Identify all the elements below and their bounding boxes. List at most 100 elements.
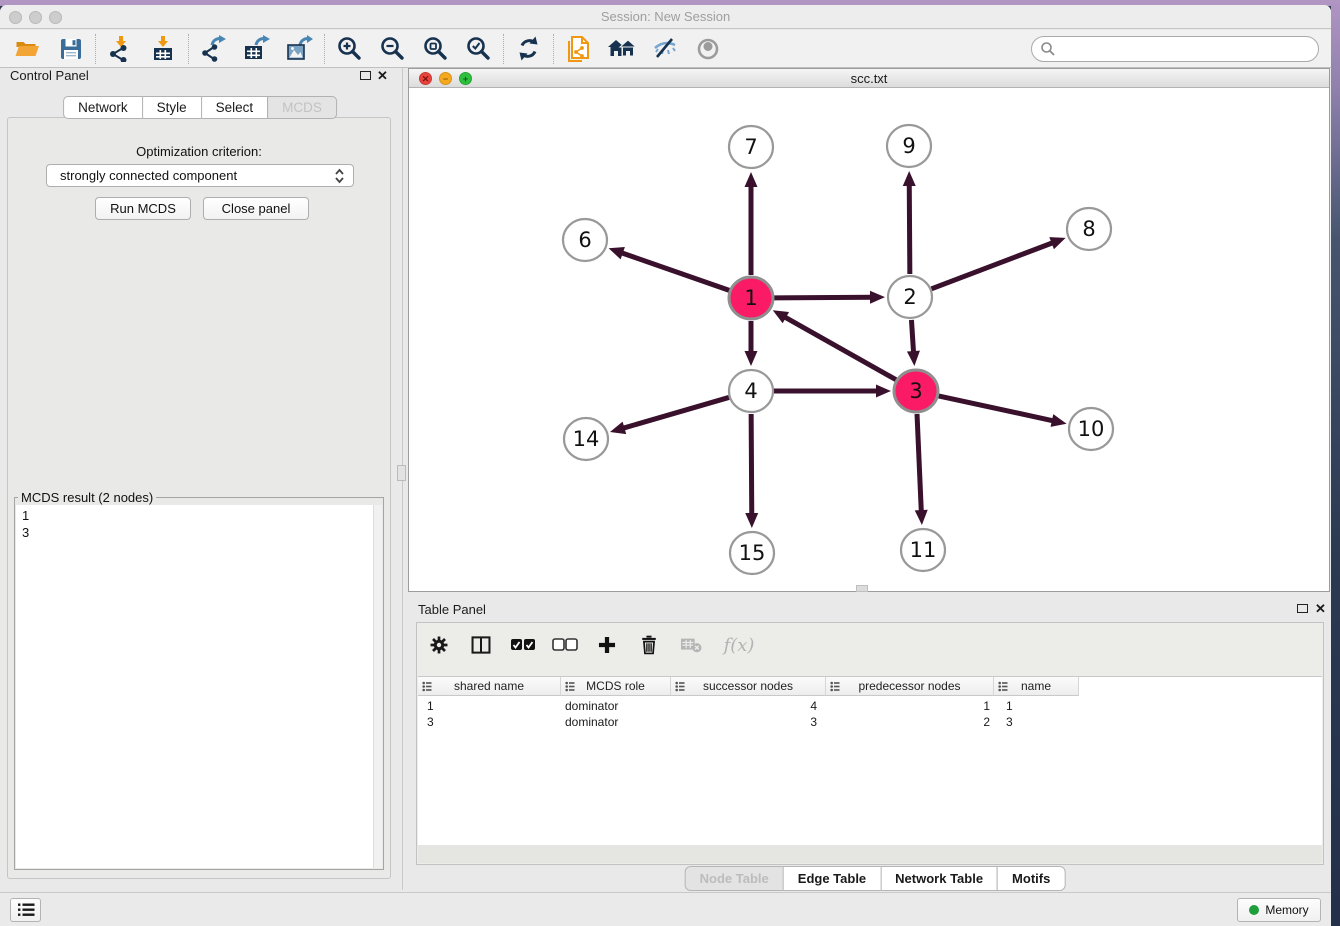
node-1[interactable]: 1 (729, 277, 773, 319)
search-input[interactable] (1031, 36, 1319, 62)
export-table-button[interactable] (235, 32, 278, 66)
show-graphics-details-button[interactable] (686, 32, 729, 66)
home-view-button[interactable] (600, 32, 643, 66)
column-header[interactable]: shared name (418, 677, 561, 696)
zoom-in-button[interactable] (328, 32, 371, 66)
edge-1-7[interactable] (745, 172, 758, 275)
edge-1-4[interactable] (745, 321, 758, 366)
hide-graphics-details-button[interactable] (643, 32, 686, 66)
tab-edge-table[interactable]: Edge Table (783, 866, 881, 891)
column-sort-icon (422, 681, 432, 695)
table-row[interactable]: 3dominator323 (418, 714, 1079, 730)
tab-mcds[interactable]: MCDS (267, 96, 337, 119)
select-all-columns-button[interactable] (509, 631, 537, 659)
delete-column-button[interactable] (635, 631, 663, 659)
apply-layout-button[interactable] (507, 32, 550, 66)
svg-text:14: 14 (573, 427, 600, 451)
unselect-all-columns-button[interactable] (551, 631, 579, 659)
node-11[interactable]: 11 (901, 529, 945, 571)
search-icon (1040, 41, 1056, 57)
table-cell[interactable]: 4 (671, 698, 826, 714)
zoom-selected-icon (465, 35, 492, 62)
close-panel-button[interactable]: Close panel (203, 197, 309, 220)
memory-button[interactable]: Memory (1237, 898, 1321, 922)
import-table-button[interactable] (142, 32, 185, 66)
import-table-icon (150, 35, 177, 62)
column-header[interactable]: successor nodes (671, 677, 826, 696)
save-session-button[interactable] (49, 32, 92, 66)
tab-select[interactable]: Select (201, 96, 269, 119)
node-8[interactable]: 8 (1067, 208, 1111, 250)
mcds-result-area[interactable]: 1 3 (16, 505, 382, 868)
column-header-label: name (1021, 679, 1051, 693)
node-10[interactable]: 10 (1069, 408, 1113, 450)
control-panel-tabs: Network Style Select MCDS (63, 96, 337, 119)
edge-3-1[interactable] (773, 310, 896, 379)
table-cell[interactable]: dominator (561, 714, 671, 730)
task-history-button[interactable] (10, 898, 41, 922)
tab-style[interactable]: Style (142, 96, 202, 119)
zoom-fit-button[interactable] (414, 32, 457, 66)
table-cell[interactable]: 1 (418, 698, 561, 714)
table-settings-button[interactable] (425, 631, 453, 659)
column-header[interactable]: predecessor nodes (826, 677, 994, 696)
node-6[interactable]: 6 (563, 219, 607, 261)
tab-network-table[interactable]: Network Table (880, 866, 998, 891)
network-canvas[interactable]: 7 9 6 8 1 2 4 3 14 10 15 11 (409, 88, 1329, 591)
horizontal-splitter-handle[interactable] (856, 585, 868, 592)
export-network-icon (200, 35, 227, 62)
main-toolbar (0, 30, 1331, 68)
node-14[interactable]: 14 (564, 418, 608, 460)
table-cell[interactable]: dominator (561, 698, 671, 714)
table-cell[interactable]: 3 (994, 714, 1079, 730)
edge-3-11[interactable] (915, 414, 928, 525)
create-column-button[interactable] (593, 631, 621, 659)
node-3[interactable]: 3 (894, 370, 938, 412)
new-network-button[interactable] (557, 32, 600, 66)
edge-4-15[interactable] (745, 414, 758, 528)
table-panel-float-button[interactable] (1297, 604, 1308, 613)
zoom-out-button[interactable] (371, 32, 414, 66)
edge-2-9[interactable] (903, 171, 916, 274)
network-window-titlebar: ✕ − + scc.txt (409, 69, 1329, 88)
edge-1-2[interactable] (774, 291, 885, 304)
table-cell[interactable]: 2 (826, 714, 994, 730)
export-image-button[interactable] (278, 32, 321, 66)
table-panel-close-button[interactable]: ✕ (1315, 603, 1326, 615)
edge-2-3[interactable] (907, 320, 920, 366)
toolbar-separator (188, 34, 189, 64)
node-4[interactable]: 4 (729, 370, 773, 412)
table-cell[interactable]: 3 (418, 714, 561, 730)
export-network-button[interactable] (192, 32, 235, 66)
table-cell[interactable]: 1 (994, 698, 1079, 714)
column-sort-icon (565, 681, 575, 695)
svg-text:8: 8 (1082, 217, 1095, 241)
show-column-button[interactable] (467, 631, 495, 659)
control-panel-close-button[interactable]: ✕ (377, 70, 388, 82)
table-cell[interactable]: 3 (671, 714, 826, 730)
control-panel-float-button[interactable] (360, 71, 371, 80)
edge-1-6[interactable] (609, 247, 730, 290)
run-mcds-button[interactable]: Run MCDS (95, 197, 191, 220)
open-file-button[interactable] (6, 32, 49, 66)
node-15[interactable]: 15 (730, 532, 774, 574)
node-2[interactable]: 2 (888, 276, 932, 318)
node-9[interactable]: 9 (887, 125, 931, 167)
edge-2-8[interactable] (932, 237, 1066, 289)
tab-node-table[interactable]: Node Table (685, 866, 784, 891)
edge-3-10[interactable] (938, 396, 1066, 427)
edge-4-14[interactable] (610, 397, 729, 434)
vertical-splitter-handle[interactable] (397, 465, 406, 481)
zoom-selected-button[interactable] (457, 32, 500, 66)
tab-network[interactable]: Network (63, 96, 143, 119)
mcds-result-scrollbar[interactable] (373, 505, 382, 868)
tab-motifs[interactable]: Motifs (997, 866, 1065, 891)
table-row[interactable]: 1dominator411 (418, 698, 1079, 714)
edge-4-3[interactable] (774, 385, 891, 398)
column-header[interactable]: MCDS role (561, 677, 671, 696)
table-cell[interactable]: 1 (826, 698, 994, 714)
node-7[interactable]: 7 (729, 126, 773, 168)
column-header[interactable]: name (994, 677, 1079, 696)
optimization-criterion-select[interactable]: strongly connected component (46, 164, 354, 187)
import-network-button[interactable] (99, 32, 142, 66)
